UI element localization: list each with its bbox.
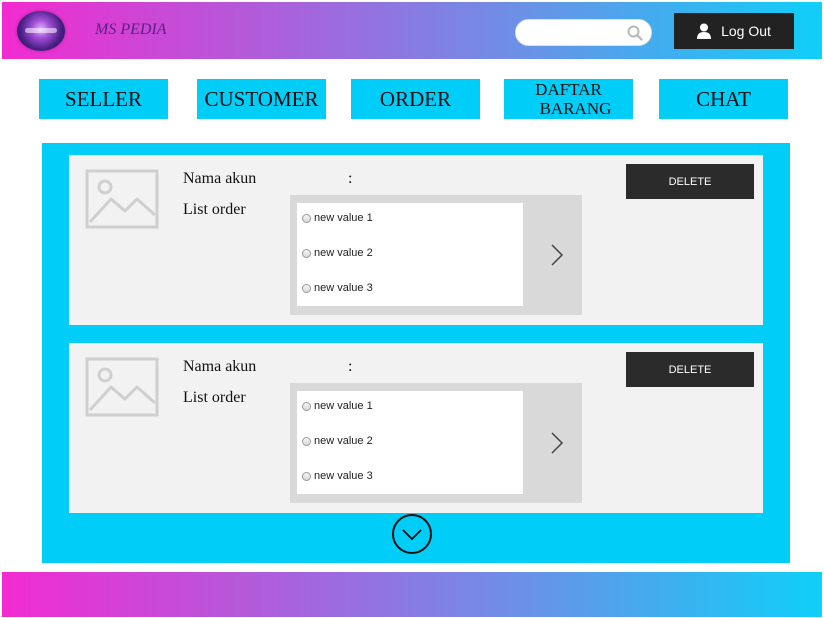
nav-barang-label: BARANG <box>539 99 612 118</box>
nav-seller-label: SELLER <box>65 86 142 111</box>
nav-order-label: ORDER <box>379 86 452 111</box>
account-name-label: Nama akun <box>183 170 257 187</box>
radio-button[interactable] <box>302 283 311 293</box>
order-item-label: new value 3 <box>314 470 373 482</box>
chevron-right-icon[interactable] <box>550 243 564 267</box>
order-item-label: new value 1 <box>314 212 373 224</box>
radio-button[interactable] <box>302 401 311 411</box>
chevron-down-circle-icon[interactable] <box>391 513 433 555</box>
nav-order-button[interactable]: ORDER <box>351 79 480 119</box>
order-list-box: new value 1 new value 2 new value 3 <box>290 195 582 315</box>
delete-button[interactable]: DELETE <box>626 164 754 199</box>
radio-button[interactable] <box>302 471 311 481</box>
nav-chat-label: CHAT <box>696 86 751 111</box>
order-item[interactable]: new value 3 <box>302 470 373 482</box>
footer-bar <box>2 572 822 617</box>
order-item-label: new value 2 <box>314 435 373 447</box>
delete-label: DELETE <box>668 363 712 376</box>
nav-customer-label: CUSTOMER <box>204 86 319 111</box>
order-item[interactable]: new value 2 <box>302 435 373 447</box>
logout-button[interactable]: Log Out <box>674 13 794 49</box>
image-placeholder-icon <box>85 357 159 417</box>
account-name-colon: : <box>348 358 353 375</box>
header-bar: MS PEDIA Log Out <box>2 2 822 59</box>
delete-label: DELETE <box>668 175 712 188</box>
radio-button[interactable] <box>302 248 311 258</box>
order-list: new value 1 new value 2 new value 3 <box>297 203 523 306</box>
order-item-label: new value 3 <box>314 282 373 294</box>
account-name-colon: : <box>348 170 353 187</box>
order-item-label: new value 1 <box>314 400 373 412</box>
brand-logo <box>17 11 65 51</box>
radio-button[interactable] <box>302 213 311 223</box>
order-item[interactable]: new value 3 <box>302 282 373 294</box>
search-icon[interactable] <box>627 25 643 41</box>
nav-customer-button[interactable]: CUSTOMER <box>197 79 326 119</box>
radio-button[interactable] <box>302 436 311 446</box>
order-item[interactable]: new value 1 <box>302 212 373 224</box>
image-placeholder-icon <box>85 169 159 229</box>
account-name-label: Nama akun <box>183 358 257 375</box>
nav-chat-button[interactable]: CHAT <box>659 79 788 119</box>
delete-button[interactable]: DELETE <box>626 352 754 387</box>
order-list-box: new value 1 new value 2 new value 3 <box>290 383 582 503</box>
search-input[interactable] <box>515 19 652 46</box>
order-item[interactable]: new value 2 <box>302 247 373 259</box>
nav-daftar-barang-button[interactable]: DAFTAR BARANG <box>504 79 633 119</box>
account-card: Nama akun : List order new value 1 new v… <box>69 343 763 513</box>
nav-daftar-label: DAFTAR <box>535 80 602 99</box>
search-field[interactable] <box>526 24 626 42</box>
order-list-label: List order <box>183 201 246 218</box>
order-item-label: new value 2 <box>314 247 373 259</box>
user-icon <box>697 23 712 39</box>
chevron-right-icon[interactable] <box>550 431 564 455</box>
order-list-label: List order <box>183 389 246 406</box>
brand-name: MS PEDIA <box>95 21 167 38</box>
logout-label: Log Out <box>721 23 771 39</box>
nav-seller-button[interactable]: SELLER <box>39 79 168 119</box>
account-card: Nama akun : List order new value 1 new v… <box>69 155 763 325</box>
order-list: new value 1 new value 2 new value 3 <box>297 391 523 494</box>
order-item[interactable]: new value 1 <box>302 400 373 412</box>
